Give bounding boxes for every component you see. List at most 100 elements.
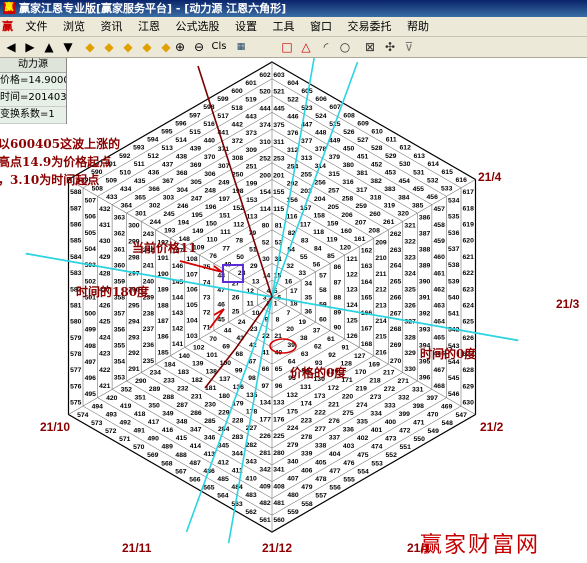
hexagon-cell-number: 444 <box>259 105 271 112</box>
hexagon-cell-number: 504 <box>85 246 97 253</box>
hexagon-cell-number: 236 <box>143 342 155 349</box>
hexagon-cell-number: 375 <box>273 122 285 129</box>
hexagon-cell-number: 464 <box>434 319 446 326</box>
hexagon-cell-number: 17 <box>290 288 298 295</box>
hexagon-cell-number: 32 <box>286 263 294 270</box>
hexagon-cell-number: 317 <box>356 187 368 194</box>
circle-icon[interactable]: ○ <box>337 39 353 55</box>
hexagon-cell-number: 428 <box>99 270 111 277</box>
pin-icon[interactable]: ⊽ <box>401 39 417 55</box>
diamond-icon-3[interactable]: ◆ <box>120 39 136 55</box>
hexagon-cell-number: 34 <box>305 280 313 287</box>
menu-browse[interactable]: 浏览 <box>57 17 91 36</box>
hexagon-cell-number: 19 <box>299 319 307 326</box>
hexagon-cell-number: 168 <box>361 341 373 348</box>
hexagon-cell-number: 169 <box>369 361 381 368</box>
hexagon-cell-number: 211 <box>376 271 387 278</box>
hexagon-cell-number: 415 <box>176 435 188 442</box>
hexagon-cell-number: 124 <box>346 302 358 309</box>
hexagon-cell-number: 283 <box>232 434 244 441</box>
menu-trade[interactable]: 交易委托 <box>342 17 398 36</box>
hexagon-cell-number: 225 <box>273 433 285 440</box>
cls-button[interactable]: Cls <box>208 39 230 55</box>
arrow-left-icon[interactable]: ◀ <box>3 39 19 55</box>
menu-formula[interactable]: 公式选股 <box>170 17 226 36</box>
zoom-out-icon[interactable]: ⊖ <box>191 39 207 55</box>
menu-file[interactable]: 文件 <box>20 17 54 36</box>
hexagon-cell-number: 397 <box>427 395 439 402</box>
hexagon-cell-number: 558 <box>301 501 313 508</box>
hexagon-cell-number: 87 <box>334 279 342 286</box>
calendar-icon[interactable]: ▦ <box>233 39 249 55</box>
annotation-current-price: 当前价格11 <box>132 241 197 255</box>
hexagon-cell-number: 257 <box>328 187 340 194</box>
hexagon-cell-number: 520 <box>259 89 271 96</box>
hexagon-cell-number: 387 <box>419 230 431 237</box>
hexagon-cell-number: 332 <box>398 395 410 402</box>
hexagon-cell-number: 361 <box>114 246 126 253</box>
hexagon-cell-number: 577 <box>70 367 82 374</box>
hexagon-cell-number: 426 <box>99 302 111 309</box>
diamond-icon-1[interactable]: ◆ <box>82 39 98 55</box>
hexagon-cell-number: 292 <box>128 350 140 357</box>
hexagon-cell-number: 513 <box>162 145 174 152</box>
hexagon-cell-number: 167 <box>361 326 373 333</box>
hexagon-cell-number: 160 <box>341 228 353 235</box>
arrow-right-icon[interactable]: ▶ <box>22 39 38 55</box>
hexagon-cell-number: 210 <box>375 255 387 262</box>
hexagon-cell-number: 615 <box>442 169 454 176</box>
hexagon-cell-number: 431 <box>99 222 111 229</box>
hexagon-cell-number: 568 <box>161 460 173 467</box>
hexagon-cell-number: 614 <box>428 161 440 168</box>
diamond-icon-4[interactable]: ◆ <box>139 39 155 55</box>
hexagon-cell-number: 311 <box>273 139 284 146</box>
hexagon-cell-number: 20 <box>286 326 294 333</box>
crosshair-icon[interactable]: ✣ <box>382 39 398 55</box>
hexagon-cell-number: 418 <box>134 411 146 418</box>
hexagon-cell-number: 308 <box>232 155 244 162</box>
date-label-7: 21/10 <box>40 420 71 434</box>
menu-tools[interactable]: 工具 <box>267 17 301 36</box>
app-logo-icon: 赢 <box>3 2 15 14</box>
arrow-down-icon[interactable]: ▼ <box>60 39 76 55</box>
rectangle-icon[interactable]: □ <box>279 39 295 55</box>
hexagon-cell-number: 588 <box>70 189 82 196</box>
hexagon-cell-number: 185 <box>157 350 169 357</box>
hexagon-cell-number: 188 <box>157 302 169 309</box>
hexagon-cell-number: 177 <box>260 416 272 423</box>
hexagon-cell-number: 165 <box>361 294 373 301</box>
menu-settings[interactable]: 设置 <box>229 17 263 36</box>
arrow-up-icon[interactable]: ▲ <box>41 39 57 55</box>
hexagon-cell-number: 280 <box>273 450 285 457</box>
hexagon-cell-number: 46 <box>217 302 225 309</box>
hexagon-cell-number: 434 <box>120 186 132 193</box>
arc-icon[interactable]: ◜ <box>318 39 334 55</box>
hexagon-cell-number: 460 <box>434 254 446 261</box>
hexagon-cell-number: 495 <box>85 391 97 398</box>
hexagon-cell-number: 369 <box>190 162 202 169</box>
hexagon-cell-number: 621 <box>463 254 475 261</box>
hexagon-cell-number: 613 <box>414 153 426 160</box>
triangle-icon[interactable]: △ <box>298 39 314 55</box>
hexagon-cell-number: 72 <box>203 310 211 317</box>
hexagon-cell-number: 25 <box>232 308 240 315</box>
hexagon-cell-number: 569 <box>147 452 159 459</box>
hexagon-cell-number: 572 <box>105 428 117 435</box>
box-cross-icon[interactable]: ⊠ <box>362 39 378 55</box>
hexagon-cell-number: 360 <box>114 262 126 269</box>
diamond-icon-2[interactable]: ◆ <box>101 39 117 55</box>
zoom-in-icon[interactable]: ⊕ <box>172 39 188 55</box>
menu-window[interactable]: 窗口 <box>304 17 338 36</box>
menu-info[interactable]: 资讯 <box>95 17 129 36</box>
hexagon-cell-number: 462 <box>434 286 446 293</box>
menu-help[interactable]: 帮助 <box>401 17 435 36</box>
hexagon-cell-number: 216 <box>375 350 387 357</box>
hexagon-cell-number: 472 <box>399 428 411 435</box>
hexagon-cell-number: 218 <box>369 378 381 385</box>
hexagon-cell-number: 88 <box>334 294 342 301</box>
hexagon-cell-number: 295 <box>128 302 140 309</box>
hexagon-cell-number: 370 <box>204 154 216 161</box>
hexagon-cell-number: 353 <box>114 375 126 382</box>
menu-gann[interactable]: 江恩 <box>132 17 166 36</box>
hexagon-cell-number: 62 <box>314 344 322 351</box>
